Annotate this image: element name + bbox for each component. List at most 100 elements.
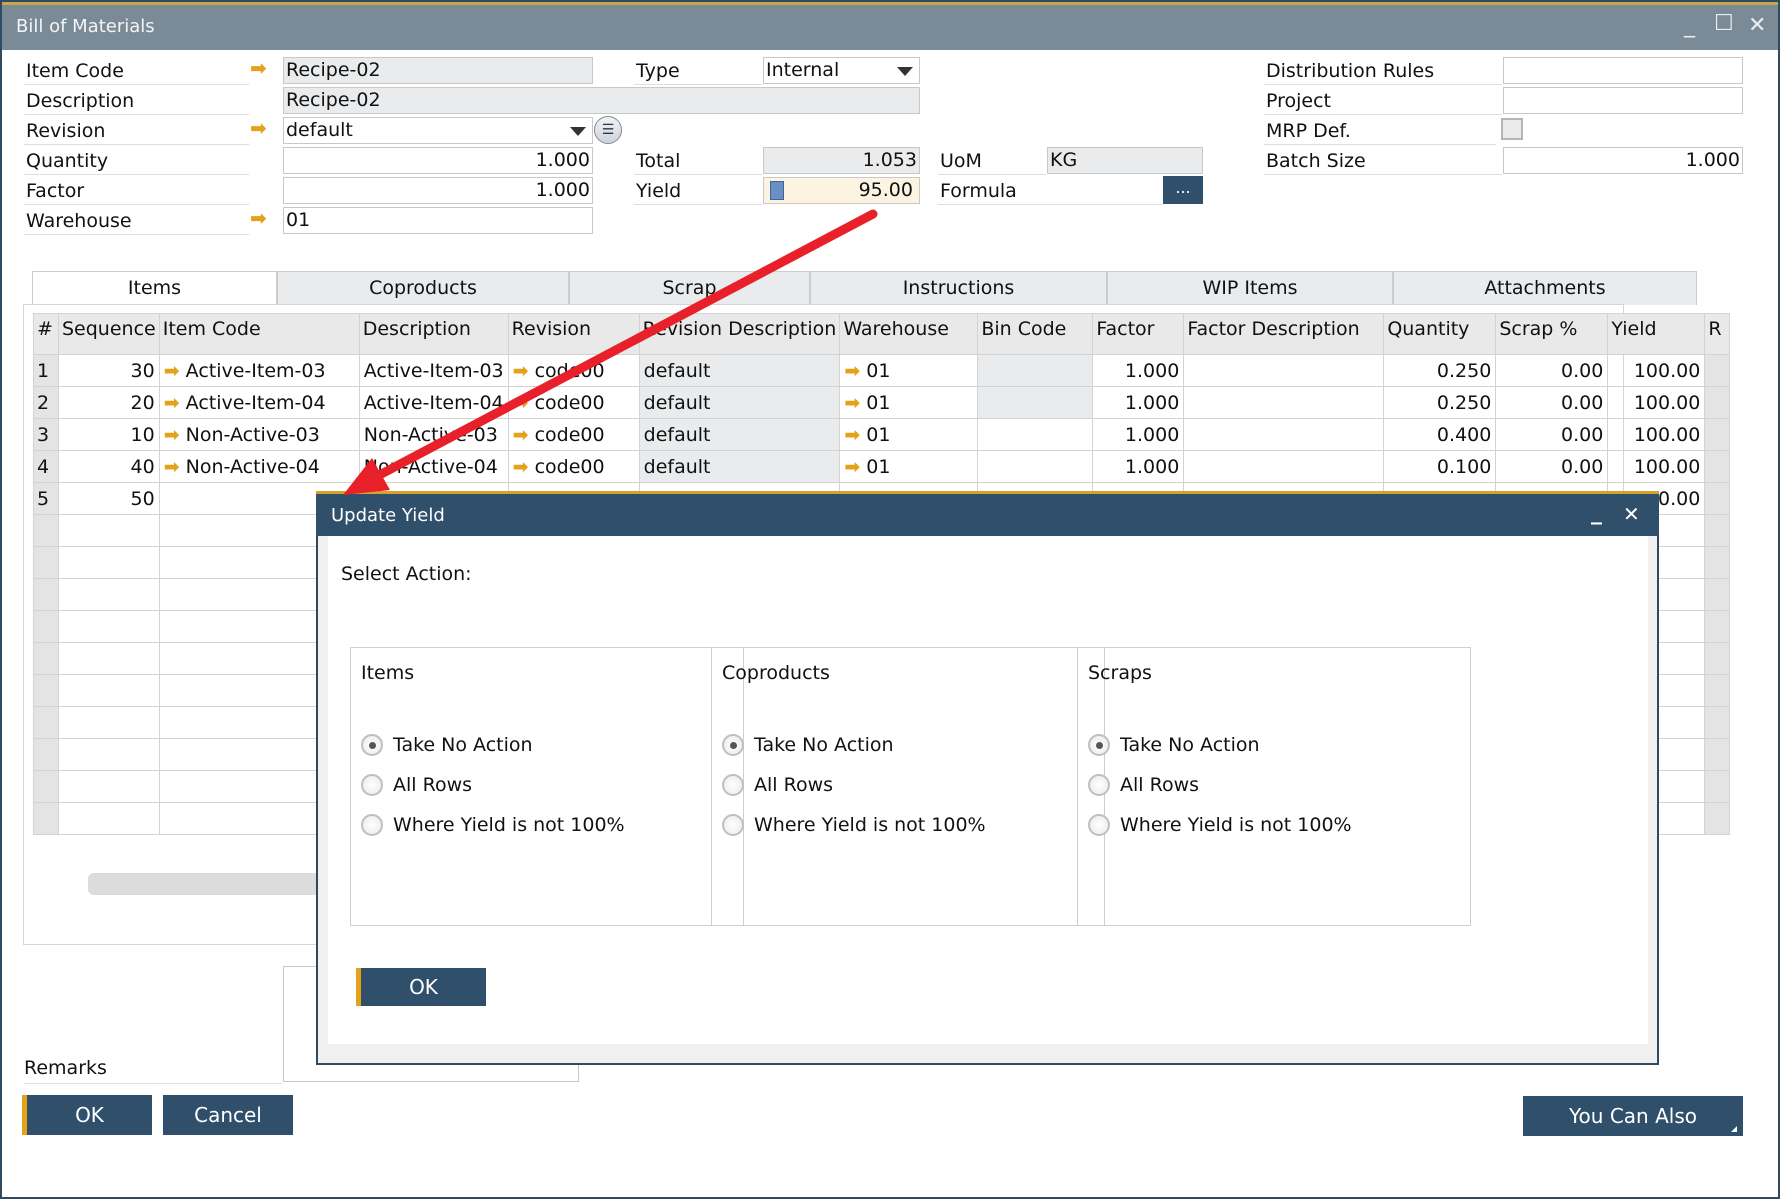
cell-revision-description[interactable]: default <box>638 450 841 483</box>
cell-scrap[interactable]: 0.00 <box>1495 386 1609 419</box>
cell-warehouse[interactable]: ➡ 01 <box>839 418 979 451</box>
cell-warehouse[interactable]: ➡ 01 <box>839 386 979 419</box>
cell-warehouse[interactable]: ➡ 01 <box>839 450 979 483</box>
link-arrow-icon[interactable]: ➡ <box>513 424 529 446</box>
cell-sequence[interactable]: 50 <box>58 482 160 515</box>
cell-scrap[interactable]: 0.00 <box>1495 354 1609 387</box>
col-header-quantity[interactable]: Quantity <box>1383 313 1497 355</box>
cell-r[interactable] <box>1704 738 1731 771</box>
cell-description[interactable]: Non-Active-03 <box>358 418 509 451</box>
warehouse-field[interactable]: 01 <box>283 207 593 234</box>
table-row[interactable]: 4 40 ➡ Non-Active-04 Non-Active-04 ➡ code00 def… <box>33 450 1731 483</box>
col-header-r[interactable]: R <box>1704 313 1731 355</box>
cell-r[interactable] <box>1704 802 1731 835</box>
radio-option[interactable]: Where Yield is not 100% <box>361 814 625 836</box>
item-code-field[interactable]: Recipe-02 <box>283 57 593 84</box>
link-arrow-icon[interactable]: ➡ <box>164 424 180 446</box>
maximize-icon[interactable]: ☐ <box>1714 11 1734 36</box>
cell-revision-description[interactable]: default <box>638 418 841 451</box>
ok-button[interactable]: OK <box>22 1095 152 1135</box>
dialog-minimize-icon[interactable]: _ <box>1591 500 1602 525</box>
table-row[interactable]: 1 30 ➡ Active-Item-03 Active-Item-03 ➡ code00 d… <box>33 354 1731 387</box>
cell-r[interactable] <box>1704 354 1731 387</box>
radio-option[interactable]: Take No Action <box>361 734 533 756</box>
radio-option[interactable]: All Rows <box>1088 774 1199 796</box>
radio-button[interactable] <box>722 734 744 756</box>
cell-sequence[interactable] <box>58 514 160 547</box>
tab-attachments[interactable]: Attachments <box>1393 271 1697 305</box>
col-header-num[interactable]: # <box>33 313 59 355</box>
yield-field[interactable]: 95.00 <box>763 177 920 204</box>
cell-factor-description[interactable] <box>1183 418 1385 451</box>
cell-bin-code[interactable] <box>977 418 1094 451</box>
cell-revision[interactable]: ➡ code00 <box>507 450 640 483</box>
col-header-revision[interactable]: Revision <box>507 313 640 355</box>
cell-yield[interactable]: 100.00 <box>1607 386 1706 419</box>
cell-scrap[interactable]: 0.00 <box>1495 450 1609 483</box>
you-can-also-button[interactable]: You Can Also <box>1523 1096 1743 1136</box>
col-header-yield[interactable]: Yield <box>1607 313 1706 355</box>
cell-r[interactable] <box>1704 770 1731 803</box>
cell-description[interactable]: Active-Item-03 <box>358 354 509 387</box>
cell-bin-code[interactable] <box>977 354 1094 387</box>
cell-item-code[interactable]: ➡ Active-Item-03 <box>158 354 360 387</box>
project-field[interactable] <box>1503 87 1743 114</box>
cell-item-code[interactable]: ➡ Active-Item-04 <box>158 386 360 419</box>
col-header-item-code[interactable]: Item Code <box>158 313 360 355</box>
col-header-sequence[interactable]: Sequence <box>58 313 160 355</box>
link-arrow-icon[interactable]: ➡ <box>844 424 860 446</box>
dialog-close-icon[interactable]: ✕ <box>1623 502 1640 526</box>
revision-link-arrow-icon[interactable]: ➡ <box>250 116 267 140</box>
revision-dropdown[interactable]: default <box>283 117 593 144</box>
link-arrow-icon[interactable]: ➡ <box>513 392 529 414</box>
item-code-link-arrow-icon[interactable]: ➡ <box>250 56 267 80</box>
quantity-field[interactable]: 1.000 <box>283 147 593 174</box>
cell-description[interactable]: Non-Active-04 <box>358 450 509 483</box>
cell-factor[interactable]: 1.000 <box>1092 386 1185 419</box>
close-icon[interactable]: ✕ <box>1748 13 1766 38</box>
col-header-scrap[interactable]: Scrap % <box>1495 313 1609 355</box>
type-dropdown[interactable]: Internal <box>763 57 920 84</box>
cell-sequence[interactable] <box>58 802 160 835</box>
cell-factor[interactable]: 1.000 <box>1092 354 1185 387</box>
link-arrow-icon[interactable]: ➡ <box>513 360 529 382</box>
cell-r[interactable] <box>1704 610 1731 643</box>
tab-wip-items[interactable]: WIP Items <box>1107 271 1393 305</box>
cell-quantity[interactable]: 0.250 <box>1383 386 1497 419</box>
cell-r[interactable] <box>1704 674 1731 707</box>
cell-revision-description[interactable]: default <box>638 354 841 387</box>
distribution-rules-field[interactable] <box>1503 57 1743 84</box>
radio-option[interactable]: Take No Action <box>722 734 894 756</box>
col-header-factor-description[interactable]: Factor Description <box>1183 313 1385 355</box>
cell-r[interactable] <box>1704 514 1731 547</box>
cell-factor-description[interactable] <box>1183 354 1385 387</box>
col-header-bin-code[interactable]: Bin Code <box>977 313 1094 355</box>
radio-option[interactable]: Where Yield is not 100% <box>1088 814 1352 836</box>
table-row[interactable]: 3 10 ➡ Non-Active-03 Non-Active-03 ➡ code00 def… <box>33 418 1731 451</box>
cell-warehouse[interactable]: ➡ 01 <box>839 354 979 387</box>
batch-size-field[interactable]: 1.000 <box>1503 147 1743 174</box>
cell-revision[interactable]: ➡ code00 <box>507 418 640 451</box>
cell-factor[interactable]: 1.000 <box>1092 450 1185 483</box>
link-arrow-icon[interactable]: ➡ <box>164 392 180 414</box>
link-arrow-icon[interactable]: ➡ <box>164 456 180 478</box>
link-arrow-icon[interactable]: ➡ <box>844 392 860 414</box>
tab-items[interactable]: Items <box>32 271 277 305</box>
cell-sequence[interactable]: 10 <box>58 418 160 451</box>
tab-coproducts[interactable]: Coproducts <box>277 271 569 305</box>
radio-button[interactable] <box>361 734 383 756</box>
cell-yield[interactable]: 100.00 <box>1607 418 1706 451</box>
link-arrow-icon[interactable]: ➡ <box>844 360 860 382</box>
radio-button[interactable] <box>361 774 383 796</box>
col-header-factor[interactable]: Factor <box>1092 313 1185 355</box>
cell-factor-description[interactable] <box>1183 386 1385 419</box>
tab-instructions[interactable]: Instructions <box>810 271 1107 305</box>
cell-factor[interactable]: 1.000 <box>1092 418 1185 451</box>
radio-button[interactable] <box>1088 734 1110 756</box>
col-header-revision-description[interactable]: Revision Description <box>638 313 841 355</box>
radio-option[interactable]: All Rows <box>361 774 472 796</box>
cell-bin-code[interactable] <box>977 386 1094 419</box>
col-header-description[interactable]: Description <box>358 313 509 355</box>
description-field[interactable]: Recipe-02 <box>283 87 920 114</box>
cell-r[interactable] <box>1704 418 1731 451</box>
